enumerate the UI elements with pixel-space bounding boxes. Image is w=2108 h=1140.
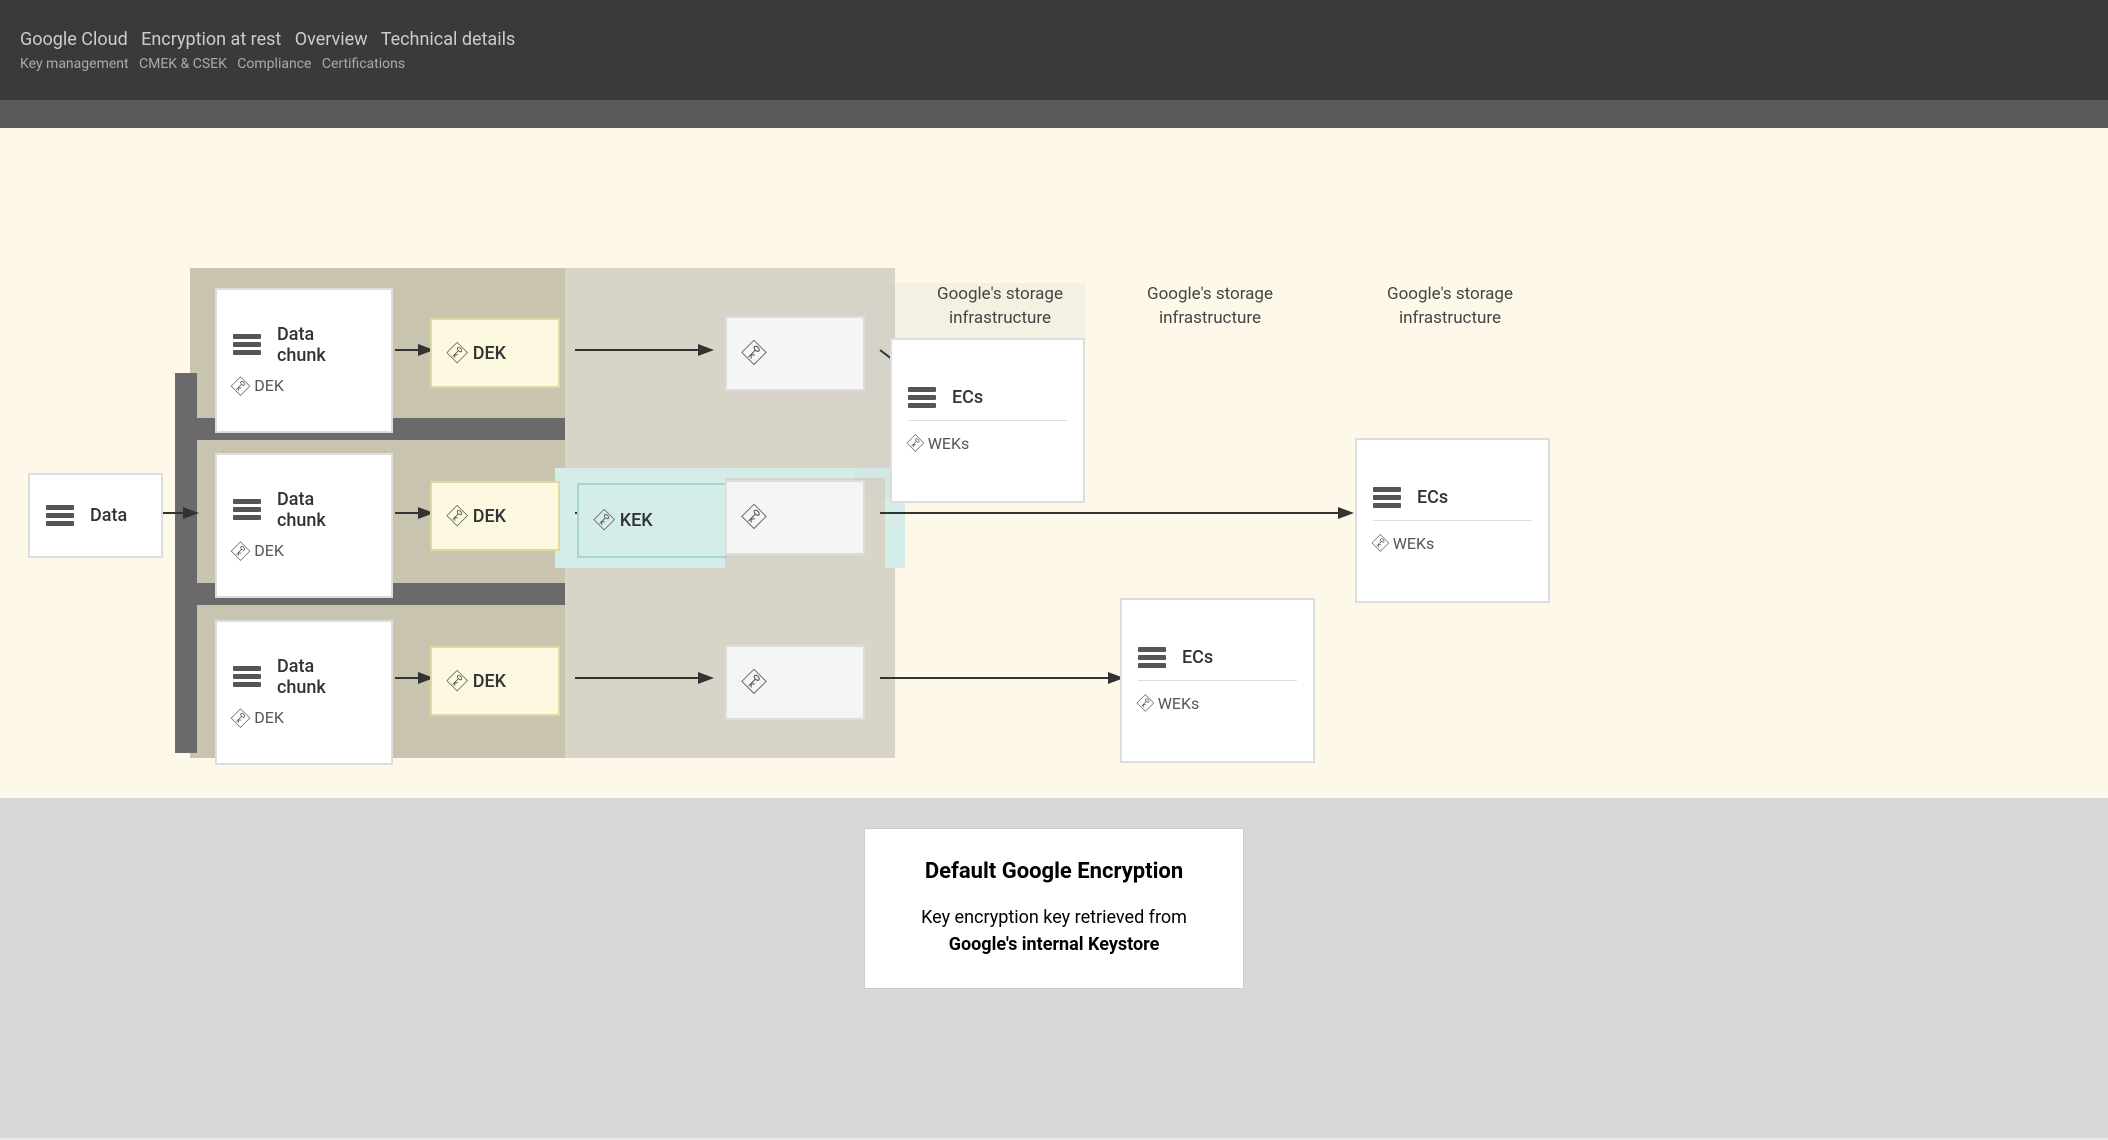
ecs2-db-icon (1138, 647, 1166, 668)
ecs-weks-1: ECs ⚿ WEKs (890, 338, 1085, 503)
dek3-label: DEK (473, 671, 506, 692)
data-db-icon (46, 505, 74, 526)
dc3-row: Datachunk (233, 656, 326, 698)
dek2-row: ⚿ DEK (448, 504, 506, 529)
enc-key-1: ⚿ (725, 316, 865, 391)
dek-box-1: ⚿ DEK (430, 318, 560, 388)
data-chunk-2: Datachunk ⚿ DEK (215, 453, 393, 598)
dc2-db-icon (233, 499, 261, 520)
dek3-row: ⚿ DEK (448, 669, 506, 694)
dek2-label: DEK (473, 506, 506, 527)
dc1-label: Datachunk (277, 324, 326, 366)
kek-label: KEK (620, 510, 653, 531)
ecs2-row: ECs (1138, 647, 1213, 668)
legend-area: Default Google Encryption Key encryption… (0, 798, 2108, 1138)
subtoolbar (0, 100, 2108, 128)
ecs3-label: ECs (1417, 487, 1448, 508)
data-box: Data (28, 473, 163, 558)
dc1-db-icon (233, 334, 261, 355)
enc-key-3: ⚿ (725, 645, 865, 720)
dc2-label: Datachunk (277, 489, 326, 531)
dek-box-2: ⚿ DEK (430, 481, 560, 551)
dc1-key: ⚿ DEK (233, 374, 284, 398)
ecs1-label: ECs (952, 387, 983, 408)
enc-key-2: ⚿ (725, 480, 865, 555)
toolbar-section-1: Google Cloud Encryption at rest Overview… (20, 28, 515, 71)
dc3-label: Datachunk (277, 656, 326, 698)
ek3-row: ⚿ (743, 667, 763, 698)
data-box-content: Data (46, 505, 127, 526)
toolbar-text-1: Google Cloud Encryption at rest Overview… (20, 28, 515, 51)
dc3-key: ⚿ DEK (233, 706, 284, 730)
data-chunk-1: Datachunk ⚿ DEK (215, 288, 393, 433)
diagram-area: Data Datachunk ⚿ DEK Datachunk (0, 128, 2108, 798)
legend-title: Default Google Encryption (915, 859, 1193, 884)
dek-box-3: ⚿ DEK (430, 646, 560, 716)
toolbar-subtext-1: Key management CMEK & CSEK Compliance Ce… (20, 56, 515, 72)
dc1-row: Datachunk (233, 324, 326, 366)
ecs3-db-icon (1373, 487, 1401, 508)
ecs3-row: ECs (1373, 487, 1448, 508)
data-label: Data (90, 505, 127, 526)
ecs1-row: ECs (908, 387, 983, 408)
infra-label-2: Google's storageinfrastructure (1100, 283, 1320, 331)
ecs-weks-2: ECs ⚿ WEKs (1120, 598, 1315, 763)
ecs2-label: ECs (1182, 647, 1213, 668)
kek-row: ⚿ KEK (595, 508, 653, 533)
ecs-weks-3: ECs ⚿ WEKs (1355, 438, 1550, 603)
toolbar: Google Cloud Encryption at rest Overview… (0, 0, 2108, 100)
weks1-label: ⚿ WEKs (908, 433, 969, 454)
kek-box: ⚿ KEK (577, 483, 727, 558)
ek1-row: ⚿ (743, 338, 763, 369)
legend-box: Default Google Encryption Key encryption… (864, 828, 1244, 989)
ecs1-db-icon (908, 387, 936, 408)
dek1-label: DEK (473, 343, 506, 364)
ek2-row: ⚿ (743, 502, 763, 533)
dc2-key: ⚿ DEK (233, 539, 284, 563)
data-chunk-3: Datachunk ⚿ DEK (215, 620, 393, 765)
infra-label-1: Google's storage infrastructure (890, 283, 1110, 331)
legend-description: Key encryption key retrieved from Google… (915, 904, 1193, 958)
weks2-label: ⚿ WEKs (1138, 693, 1199, 714)
dc3-db-icon (233, 666, 261, 687)
dek1-row: ⚿ DEK (448, 341, 506, 366)
weks3-label: ⚿ WEKs (1373, 533, 1434, 554)
legend-emphasis: Google's internal Keystore (949, 934, 1160, 955)
dc2-row: Datachunk (233, 489, 326, 531)
infra-label-3: Google's storageinfrastructure (1340, 283, 1560, 331)
